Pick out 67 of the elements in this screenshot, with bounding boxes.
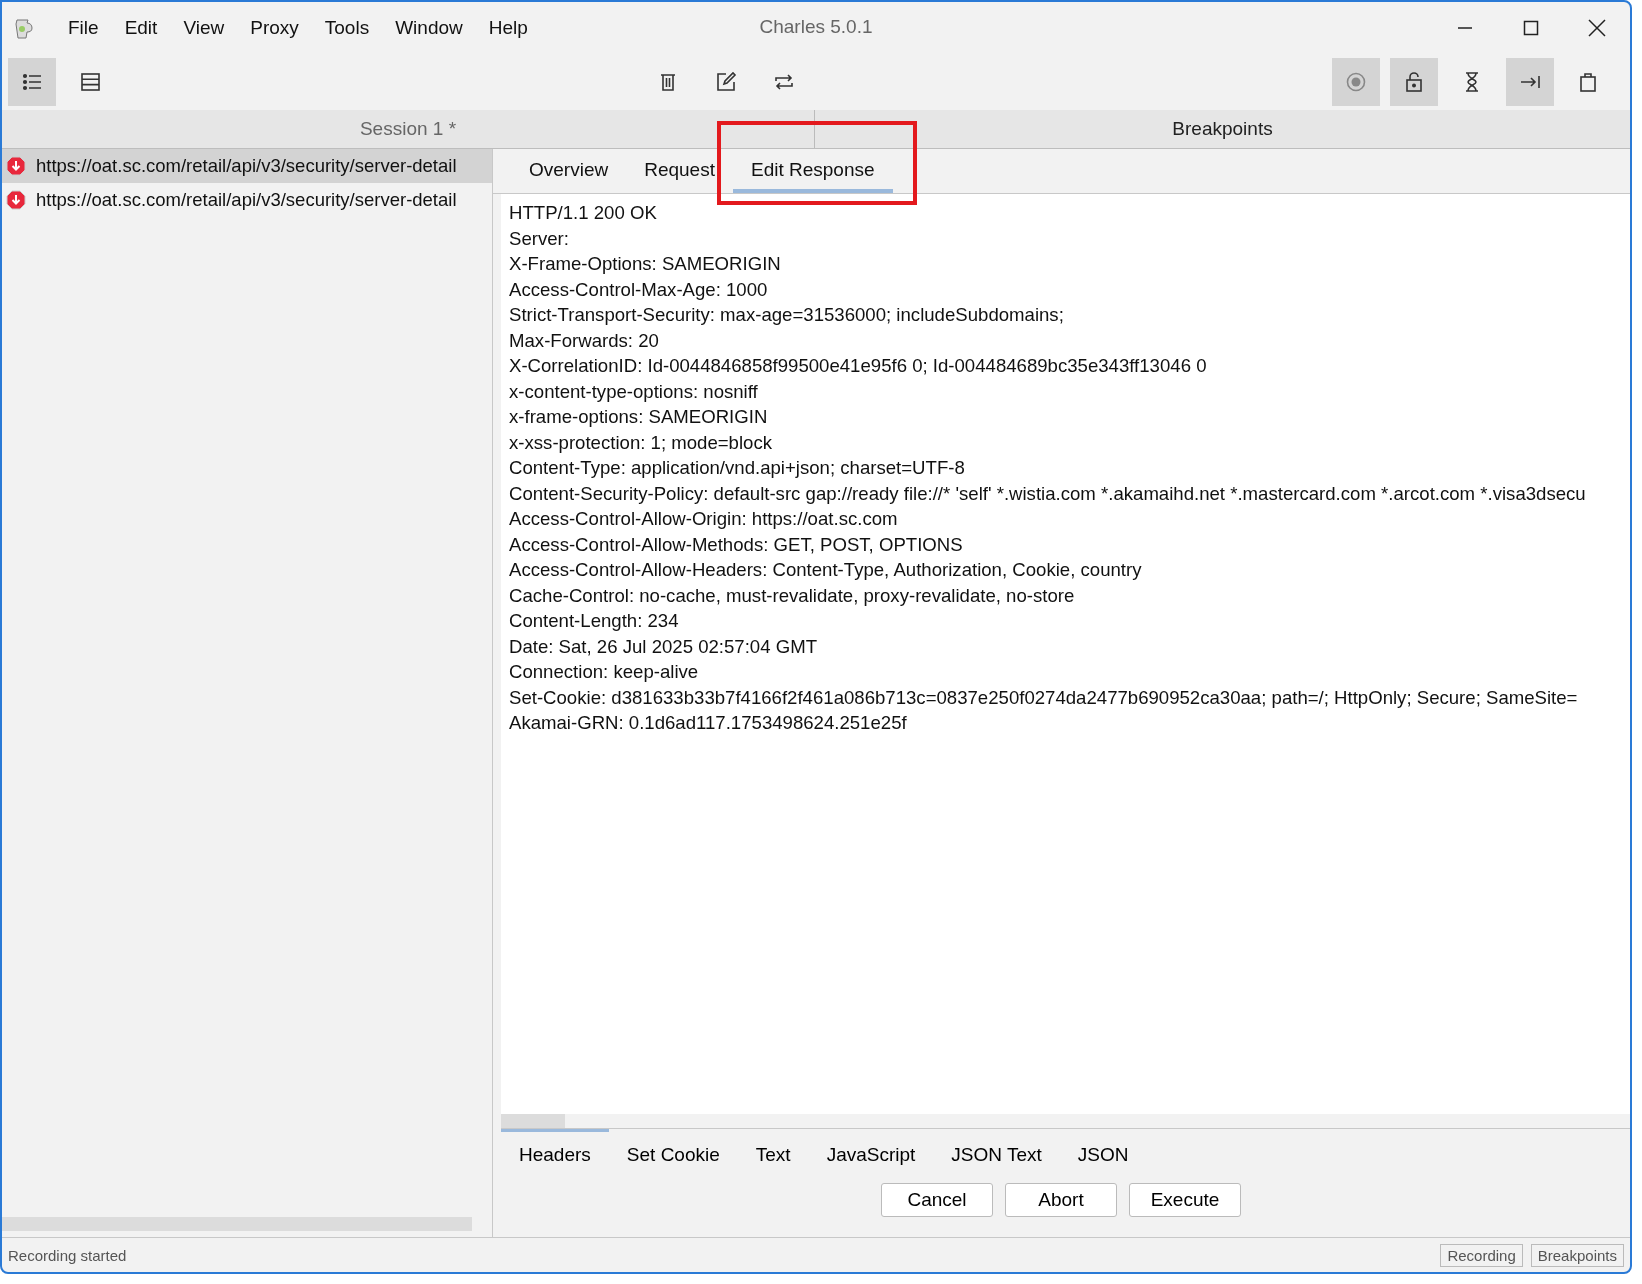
menu-item[interactable]: Help <box>476 17 542 39</box>
breakpoint-icon <box>6 190 26 210</box>
edit-icon <box>715 71 737 93</box>
view-tab[interactable]: JSON <box>1059 1129 1147 1175</box>
panel-title: Breakpoints <box>1171 117 1274 141</box>
header-line: X-Frame-Options: SAMEORIGIN <box>509 252 782 276</box>
menu-item[interactable]: Tools <box>312 17 384 39</box>
request-url: https://oat.sc.com/retail/api/v3/security/server-detail <box>36 155 457 177</box>
header-line: Strict-Transport-Security: max-age=31536000; includeSubdomains; <box>509 303 1065 327</box>
record-icon <box>1345 71 1367 93</box>
menu-item[interactable]: View <box>171 17 239 39</box>
close-icon <box>1588 19 1606 37</box>
request-row[interactable]: https://oat.sc.com/retail/api/v3/security/server-detail <box>2 149 492 183</box>
tab[interactable]: Request <box>626 159 733 193</box>
view-tab[interactable]: JavaScript <box>808 1129 934 1175</box>
request-row[interactable]: https://oat.sc.com/retail/api/v3/security/server-detail <box>2 183 492 217</box>
maximize-icon <box>1523 20 1539 36</box>
view-tab[interactable]: Headers <box>501 1129 609 1175</box>
menu-item[interactable]: Edit <box>112 17 172 39</box>
header-line: Set-Cookie: d381633b33b7f4166f2f461a086b713c=0837e250f0274da2477b690952ca30aa; path=/; HttpOnly; Secure; SameSite= <box>509 685 1579 710</box>
padlock-icon <box>1403 71 1425 93</box>
header-line: Cache-Control: no-cache, must-revalidate, proxy-revalidate, no-store <box>509 583 1076 608</box>
menu-item[interactable]: Proxy <box>238 17 313 39</box>
padlock-button[interactable] <box>1390 58 1438 106</box>
header-line: Access-Control-Allow-Methods: GET, POST, OPTIONS <box>509 532 964 557</box>
menu-item[interactable]: Window <box>383 17 477 39</box>
action-button[interactable]: Cancel <box>881 1183 993 1217</box>
header-line: x-content-type-options: nosniff <box>509 379 759 404</box>
window-title: Charles 5.0.1 <box>759 16 873 37</box>
header-line: x-xss-protection: 1; mode=block <box>509 430 773 455</box>
header-line: Akamai-GRN: 0.1d6ad117.1753498624.251e25f <box>509 711 908 735</box>
header-line: Server: <box>509 226 570 251</box>
header-line: Content-Security-Policy: default-src gap://ready file://* 'self' *.wistia.com *.akamaihd.net *.mastercard.com *.arcot.com *.visa3dsecu <box>509 481 1587 506</box>
header-line: Date: Sat, 26 Jul 2025 02:57:04 GMT <box>509 634 818 659</box>
list-button[interactable] <box>8 58 56 106</box>
header-line: Access-Control-Max-Age: 1000 <box>509 277 769 302</box>
menu-item[interactable]: File <box>56 17 113 39</box>
header-line: Connection: keep-alive <box>509 660 700 684</box>
scrollbar[interactable] <box>2 1217 472 1231</box>
list-icon <box>21 71 43 93</box>
session-tab[interactable]: Session 1 * <box>2 110 815 148</box>
status-indicator[interactable]: Recording <box>1440 1243 1523 1267</box>
header-line: Content-Type: application/vnd.api+json; charset=UTF-8 <box>509 456 966 480</box>
minimize-icon <box>1457 27 1473 29</box>
header-line: Access-Control-Allow-Headers: Content-Type, Authorization, Cookie, country <box>509 558 1143 582</box>
header-line: Content-Length: 234 <box>509 609 680 633</box>
jug-logo-icon <box>12 16 34 40</box>
action-button[interactable]: Execute <box>1129 1183 1241 1217</box>
request-url: https://oat.sc.com/retail/api/v3/security/server-detail <box>36 189 457 211</box>
header-line: x-frame-options: SAMEORIGIN <box>509 405 769 429</box>
action-button[interactable]: Abort <box>1005 1183 1117 1217</box>
header-line: HTTP/1.1 200 OK <box>509 201 658 225</box>
response-editor[interactable] <box>501 194 1630 1114</box>
view-tab[interactable]: JSON Text <box>933 1129 1060 1175</box>
rows-icon <box>79 71 101 93</box>
status-indicator[interactable]: Breakpoints <box>1530 1243 1624 1267</box>
tab[interactable]: Overview <box>511 159 627 193</box>
view-tab[interactable]: Text <box>737 1129 809 1175</box>
breakpoint-icon <box>6 156 26 176</box>
view-tab[interactable]: Set Cookie <box>608 1129 738 1175</box>
status-text: Recording started <box>8 1246 127 1264</box>
bag-icon <box>1577 71 1599 93</box>
scrollbar-thumb[interactable] <box>501 1114 565 1128</box>
header-line: Max-Forwards: 20 <box>509 328 660 353</box>
header-line: Access-Control-Allow-Origin: https://oat.sc.com <box>509 507 899 531</box>
header-line: X-CorrelationID: Id-0044846858f99500e41e95f6 0; Id-004484689bc35e343ff13046 0 <box>509 354 1208 378</box>
arrow-to-bar-button[interactable] <box>1506 58 1554 106</box>
